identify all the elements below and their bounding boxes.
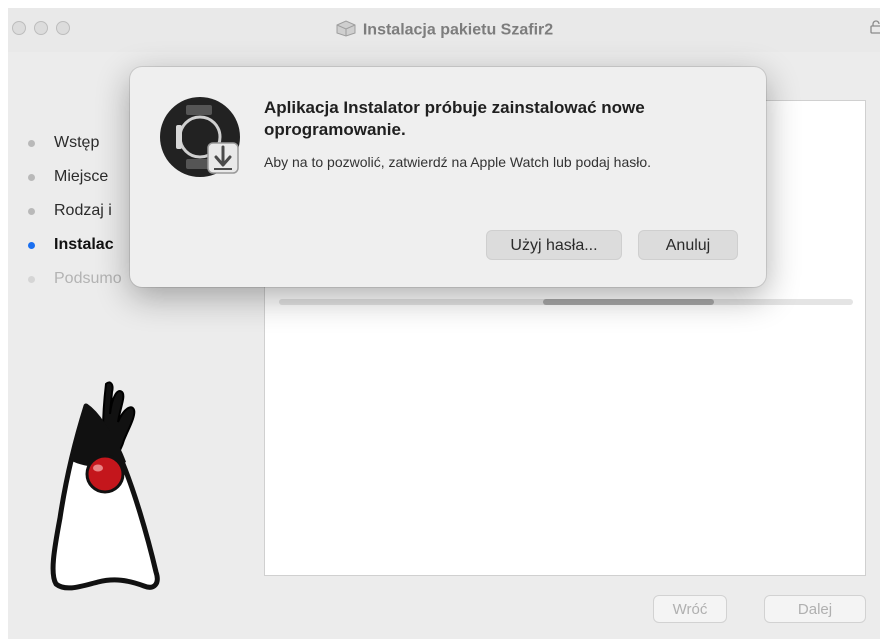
- java-duke-mascot: [48, 378, 163, 603]
- step-dot: [28, 174, 35, 181]
- authentication-dialog: Aplikacja Instalator próbuje zainstalowa…: [130, 67, 766, 287]
- lock-icon[interactable]: [870, 20, 880, 37]
- dialog-message: Aby na to pozwolić, zatwierdź na Apple W…: [264, 154, 652, 170]
- package-icon: [335, 19, 357, 42]
- window-title-group: Instalacja pakietu Szafir2: [8, 19, 880, 42]
- step-dot: [28, 208, 35, 215]
- step-dot-active: [28, 242, 35, 249]
- step-label: Rodzaj i: [54, 202, 112, 219]
- continue-button[interactable]: Dalej: [764, 595, 866, 623]
- step-dot: [28, 140, 35, 147]
- back-button[interactable]: Wróć: [653, 595, 727, 623]
- step-label: Podsumo: [54, 270, 122, 287]
- dialog-title: Aplikacja Instalator próbuje zainstalowa…: [264, 98, 645, 139]
- use-password-button[interactable]: Użyj hasła...: [486, 230, 622, 260]
- cancel-button[interactable]: Anuluj: [638, 230, 738, 260]
- step-label: Wstęp: [54, 134, 100, 151]
- step-label: Miejsce: [54, 168, 109, 185]
- installation-progress-bar: [279, 299, 853, 305]
- window-title: Instalacja pakietu Szafir2: [362, 21, 554, 39]
- step-label: Instalac: [54, 236, 114, 253]
- step-dot: [28, 276, 35, 283]
- title-bar: Instalacja pakietu Szafir2: [8, 8, 880, 52]
- apple-watch-installer-icon: [160, 97, 244, 188]
- progress-bar-fill: [543, 299, 714, 305]
